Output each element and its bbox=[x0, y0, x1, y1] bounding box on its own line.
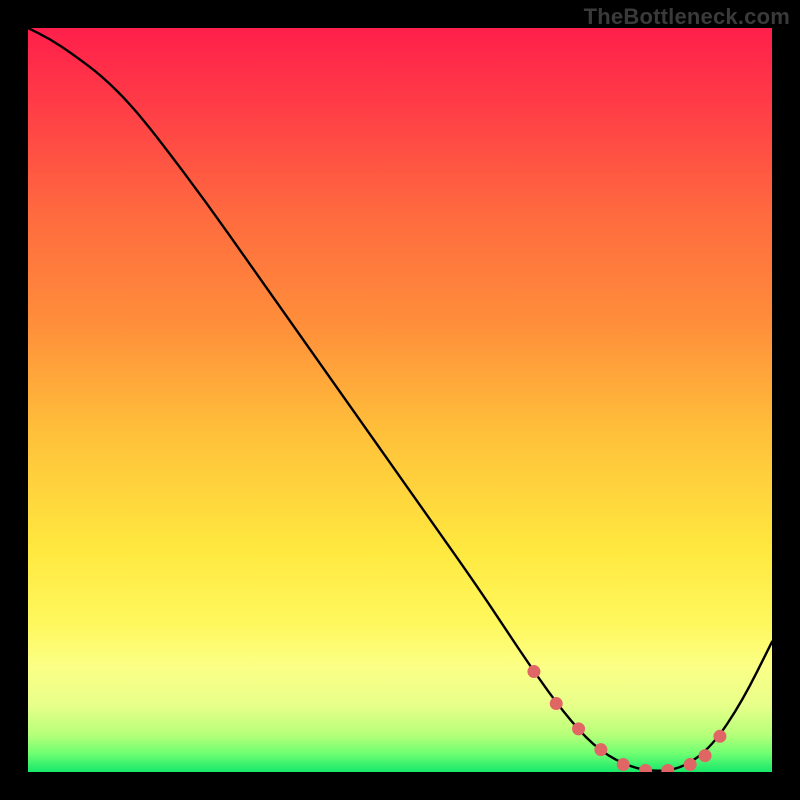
marker-dot bbox=[572, 722, 585, 735]
marker-dot bbox=[527, 665, 540, 678]
marker-dot bbox=[684, 758, 697, 771]
marker-dot bbox=[699, 749, 712, 762]
bottleneck-chart bbox=[28, 28, 772, 772]
plot-background bbox=[28, 28, 772, 772]
marker-dot bbox=[594, 743, 607, 756]
marker-dot bbox=[713, 730, 726, 743]
marker-dot bbox=[550, 697, 563, 710]
marker-dot bbox=[617, 758, 630, 771]
chart-frame: TheBottleneck.com bbox=[0, 0, 800, 800]
watermark-text: TheBottleneck.com bbox=[584, 4, 790, 30]
